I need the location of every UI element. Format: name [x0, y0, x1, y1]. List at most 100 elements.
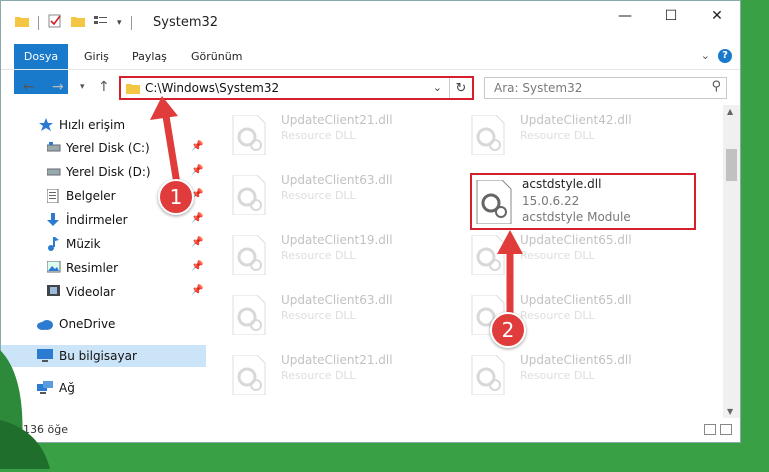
- file-name: UpdateClient42.dll: [520, 113, 632, 127]
- up-arrow-icon[interactable]: ↑: [98, 79, 110, 95]
- sidebar-item-label: Hızlı erişim: [59, 118, 126, 132]
- new-folder-icon[interactable]: [71, 15, 85, 30]
- background-foliage: [0, 300, 60, 469]
- view-switcher: [704, 424, 732, 435]
- star-icon: [39, 118, 53, 132]
- close-button[interactable]: ✕: [694, 1, 740, 31]
- sidebar-item-label: Yerel Disk (D:): [66, 165, 151, 179]
- help-icon[interactable]: ?: [718, 49, 732, 63]
- file-description: Resource DLL: [281, 129, 356, 142]
- file-name: UpdateClient65.dll: [520, 233, 632, 247]
- pin-icon[interactable]: 📌: [191, 213, 203, 224]
- sidebar-item-label: Belgeler: [66, 189, 116, 203]
- customize-icon[interactable]: [94, 15, 108, 30]
- vertical-scrollbar[interactable]: ▲ ▼: [723, 105, 740, 418]
- list-item[interactable]: UpdateClient21.dll Resource DLL: [211, 349, 436, 399]
- window-controls: — ☐ ✕: [602, 1, 740, 31]
- minimize-button[interactable]: —: [602, 1, 648, 31]
- list-item[interactable]: UpdateClient21.dll Resource DLL: [211, 109, 436, 159]
- folder-icon: [15, 15, 29, 30]
- properties-icon[interactable]: [48, 14, 62, 31]
- divider: [38, 15, 39, 30]
- step-badge-1: 1: [158, 179, 194, 215]
- documents-icon: [46, 188, 61, 204]
- sidebar-item-label: Yerel Disk (C:): [66, 141, 150, 155]
- file-description: Resource DLL: [281, 249, 356, 262]
- list-item[interactable]: UpdateClient65.dll Resource DLL: [450, 349, 675, 399]
- dll-file-icon: [231, 234, 267, 278]
- status-bar: 136 öğe: [1, 418, 740, 442]
- title-bar: ▾ System32 — ☐ ✕: [1, 1, 740, 39]
- search-placeholder[interactable]: Ara: System32: [494, 81, 582, 95]
- scroll-thumb[interactable]: [726, 149, 737, 181]
- dropdown-arrow-icon[interactable]: ▾: [117, 18, 122, 28]
- sidebar-item-music[interactable]: Müzik 📌: [1, 233, 206, 255]
- explorer-window: ▾ System32 — ☐ ✕ Dosya Giriş Paylaş Görü…: [0, 0, 741, 443]
- pin-icon[interactable]: 📌: [191, 237, 203, 248]
- file-list: UpdateClient21.dll Resource DLL UpdateCl…: [211, 107, 721, 412]
- highlighted-file-acstdstyle[interactable]: acstdstyle.dll 15.0.6.22 acstdstyle Modu…: [470, 173, 696, 230]
- file-name: UpdateClient21.dll: [281, 353, 393, 367]
- file-description: Resource DLL: [520, 369, 595, 382]
- sidebar-item-label: OneDrive: [59, 317, 116, 331]
- sidebar-item-disk-c[interactable]: Yerel Disk (C:) 📌: [1, 137, 206, 159]
- pictures-icon: [46, 260, 61, 275]
- drive-icon: [46, 141, 61, 155]
- address-path[interactable]: C:\Windows\System32: [145, 81, 279, 95]
- list-item[interactable]: UpdateClient65.dll Resource DLL: [450, 229, 675, 279]
- pin-icon[interactable]: 📌: [191, 165, 203, 176]
- pin-icon[interactable]: 📌: [191, 261, 203, 272]
- list-item[interactable]: UpdateClient42.dll Resource DLL: [450, 109, 675, 159]
- dll-file-icon: [231, 174, 267, 218]
- pin-icon[interactable]: 📌: [191, 285, 203, 296]
- folder-icon: [126, 82, 140, 97]
- dll-file-icon: [470, 234, 506, 278]
- window-title: System32: [153, 15, 219, 30]
- file-description: Resource DLL: [520, 309, 595, 322]
- file-name: UpdateClient65.dll: [520, 293, 632, 307]
- list-item[interactable]: UpdateClient19.dll Resource DLL: [211, 229, 436, 279]
- dll-file-icon: [475, 179, 513, 227]
- list-item[interactable]: UpdateClient63.dll Resource DLL: [211, 169, 436, 219]
- sidebar-item-label: Müzik: [66, 237, 101, 251]
- refresh-icon[interactable]: ↻: [449, 78, 472, 98]
- tab-home[interactable]: Giriş: [84, 44, 109, 69]
- chevron-down-icon[interactable]: ⌄: [433, 81, 442, 94]
- scroll-up-icon[interactable]: ▲: [727, 107, 733, 116]
- details-view-icon[interactable]: [704, 424, 716, 435]
- download-icon: [47, 213, 61, 227]
- forward-arrow-icon[interactable]: →: [52, 79, 64, 95]
- expand-ribbon-icon[interactable]: ⌄: [701, 49, 710, 62]
- dll-file-icon: [231, 294, 267, 338]
- pin-icon[interactable]: 📌: [191, 141, 203, 152]
- sidebar-item-pictures[interactable]: Resimler 📌: [1, 257, 206, 279]
- file-description: Resource DLL: [281, 189, 356, 202]
- sidebar-item-quick-access[interactable]: Hızlı erişim: [1, 114, 206, 136]
- list-item[interactable]: UpdateClient65.dll Resource DLL: [450, 289, 675, 339]
- recent-locations-icon[interactable]: ▾: [80, 82, 85, 92]
- file-name: UpdateClient19.dll: [281, 233, 393, 247]
- tab-view[interactable]: Görünüm: [191, 44, 242, 69]
- maximize-button[interactable]: ☐: [648, 1, 694, 31]
- sidebar-item-label: Ağ: [59, 381, 75, 395]
- search-icon[interactable]: ⚲: [711, 79, 721, 94]
- music-icon: [47, 237, 61, 251]
- file-name: UpdateClient65.dll: [520, 353, 632, 367]
- videos-icon: [47, 285, 61, 299]
- address-bar[interactable]: C:\Windows\System32 ⌄ ↻: [119, 76, 474, 100]
- list-item[interactable]: UpdateClient63.dll Resource DLL: [211, 289, 436, 339]
- scroll-down-icon[interactable]: ▼: [727, 407, 733, 416]
- file-description: acstdstyle Module: [522, 210, 631, 224]
- sidebar-item-label: İndirmeler: [66, 213, 128, 227]
- file-name: acstdstyle.dll: [522, 177, 602, 191]
- tab-share[interactable]: Paylaş: [132, 44, 167, 69]
- drive-icon: [46, 165, 61, 179]
- large-icons-view-icon[interactable]: [720, 424, 732, 435]
- sidebar-item-label: Bu bilgisayar: [59, 349, 137, 363]
- step-badge-2: 2: [490, 312, 526, 348]
- search-box[interactable]: Ara: System32 ⚲: [484, 77, 727, 99]
- dll-file-icon: [470, 114, 506, 158]
- dll-file-icon: [470, 354, 506, 398]
- back-arrow-icon[interactable]: ←: [23, 79, 35, 95]
- ribbon-tabs: Dosya Giriş Paylaş Görünüm ⌄ ?: [1, 44, 740, 94]
